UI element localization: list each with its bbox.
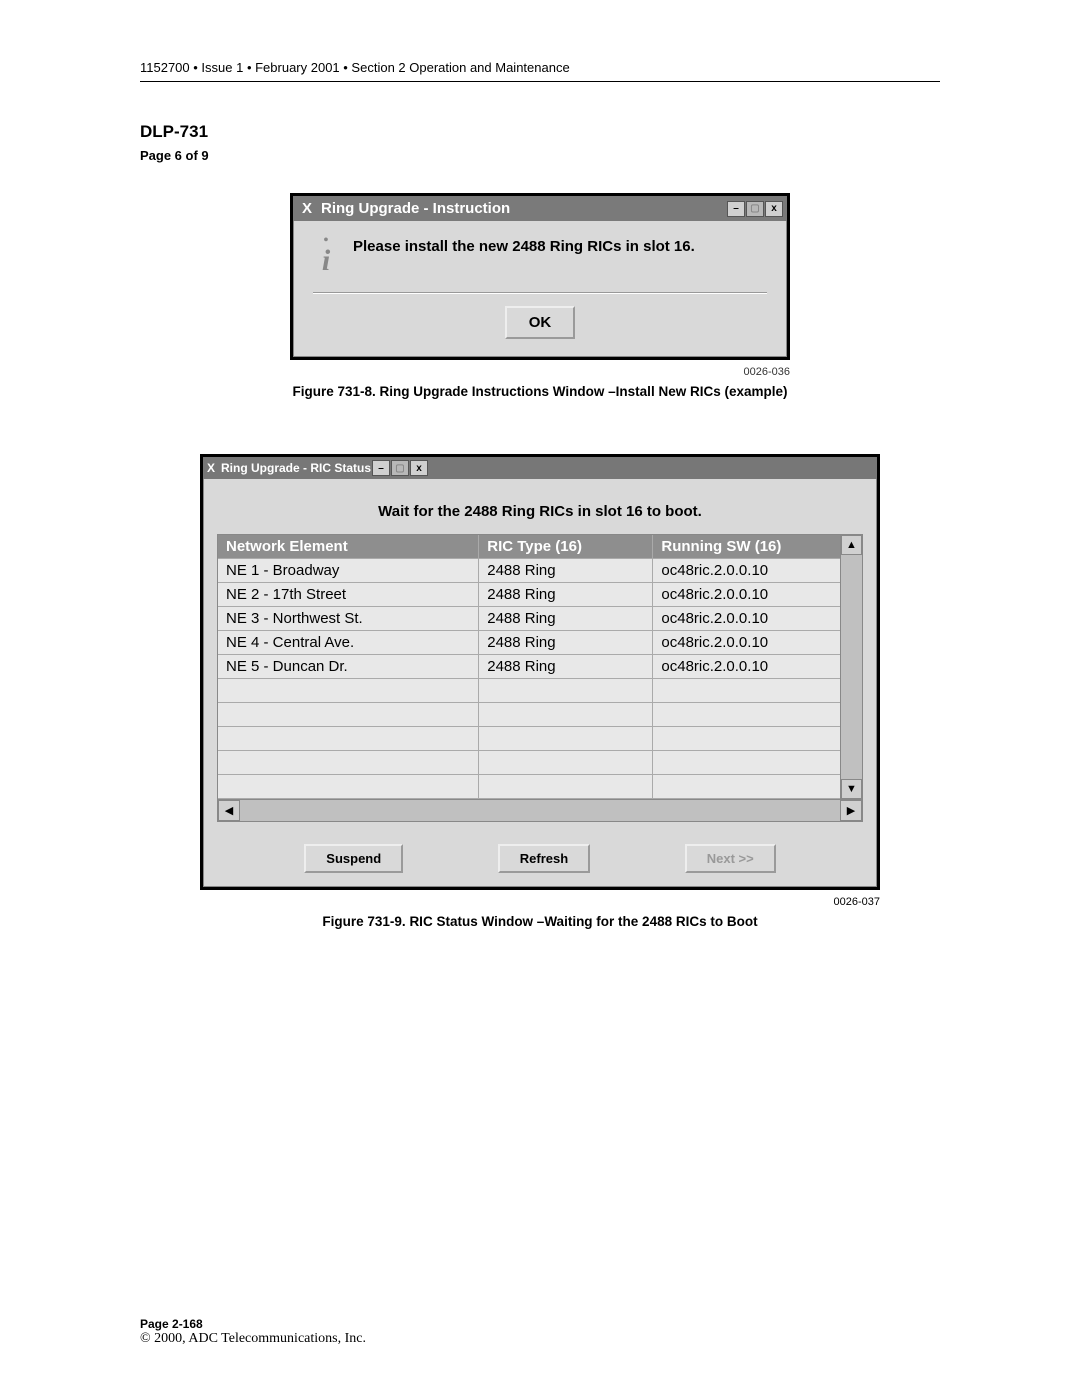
maximize-button: ▢ (746, 201, 764, 217)
cell-ric-type (479, 703, 653, 727)
cell-running-sw: oc48ric.2.0.0.10 (653, 631, 840, 655)
ok-button[interactable]: OK (505, 306, 576, 339)
page-number: Page 2-168 (140, 1317, 366, 1331)
page-indicator: Page 6 of 9 (140, 148, 940, 163)
cell-ric-type (479, 727, 653, 751)
cell-network-element (218, 703, 479, 727)
cell-ric-type: 2488 Ring (479, 655, 653, 679)
wait-message: Wait for the 2488 Ring RICs in slot 16 t… (217, 503, 863, 520)
cell-running-sw (653, 679, 840, 703)
cell-running-sw: oc48ric.2.0.0.10 (653, 583, 840, 607)
maximize-button: ▢ (391, 460, 409, 476)
ric-status-table: Network Element RIC Type (16) Running SW… (217, 534, 841, 800)
cell-ric-type (479, 775, 653, 799)
separator (313, 292, 767, 294)
table-row[interactable]: NE 2 - 17th Street2488 Ringoc48ric.2.0.0… (218, 583, 840, 607)
titlebar: X Ring Upgrade - RIC Status – ▢ x (203, 457, 877, 479)
cell-network-element (218, 775, 479, 799)
cell-running-sw (653, 751, 840, 775)
cell-running-sw (653, 727, 840, 751)
window-title: Ring Upgrade - RIC Status (215, 461, 371, 475)
vertical-scrollbar[interactable]: ▲ ▼ (841, 534, 863, 800)
instruction-message: Please install the new 2488 Ring RICs in… (353, 237, 695, 257)
scroll-down-icon[interactable]: ▼ (841, 779, 862, 799)
cell-ric-type (479, 751, 653, 775)
instruction-window: X Ring Upgrade - Instruction – ▢ x i Ple… (290, 193, 790, 360)
cell-network-element: NE 2 - 17th Street (218, 583, 479, 607)
titlebar: X Ring Upgrade - Instruction – ▢ x (293, 196, 787, 221)
ric-status-window: X Ring Upgrade - RIC Status – ▢ x Wait f… (200, 454, 880, 890)
table-row[interactable] (218, 727, 840, 751)
table-row[interactable]: NE 3 - Northwest St.2488 Ringoc48ric.2.0… (218, 607, 840, 631)
scroll-up-icon[interactable]: ▲ (841, 535, 862, 555)
cell-running-sw (653, 775, 840, 799)
cell-ric-type: 2488 Ring (479, 631, 653, 655)
cell-network-element: NE 5 - Duncan Dr. (218, 655, 479, 679)
cell-running-sw: oc48ric.2.0.0.10 (653, 655, 840, 679)
cell-ric-type: 2488 Ring (479, 559, 653, 583)
dlp-title: DLP-731 (140, 122, 940, 142)
cell-network-element (218, 751, 479, 775)
scroll-track[interactable] (841, 555, 862, 779)
table-row[interactable] (218, 703, 840, 727)
page-footer: Page 2-168 © 2000, ADC Telecommunication… (140, 1317, 366, 1347)
close-button[interactable]: x (410, 460, 428, 476)
cell-running-sw: oc48ric.2.0.0.10 (653, 607, 840, 631)
cell-ric-type: 2488 Ring (479, 607, 653, 631)
table-row[interactable]: NE 4 - Central Ave.2488 Ringoc48ric.2.0.… (218, 631, 840, 655)
horizontal-scrollbar[interactable]: ◀ ▶ (217, 800, 863, 822)
scroll-left-icon[interactable]: ◀ (218, 800, 240, 821)
figure-caption: Figure 731-8. Ring Upgrade Instructions … (140, 384, 940, 399)
col-network-element[interactable]: Network Element (218, 535, 479, 559)
cell-network-element (218, 679, 479, 703)
refresh-button[interactable]: Refresh (498, 844, 590, 873)
system-menu-icon[interactable]: X (297, 200, 317, 217)
system-menu-icon[interactable]: X (207, 461, 215, 475)
table-row[interactable]: NE 5 - Duncan Dr.2488 Ringoc48ric.2.0.0.… (218, 655, 840, 679)
table-row[interactable] (218, 775, 840, 799)
figure-code: 0026-037 (200, 896, 880, 908)
window-title: Ring Upgrade - Instruction (317, 200, 726, 217)
cell-running-sw: oc48ric.2.0.0.10 (653, 559, 840, 583)
info-icon: i (313, 237, 339, 274)
cell-network-element (218, 727, 479, 751)
cell-network-element: NE 1 - Broadway (218, 559, 479, 583)
scroll-track[interactable] (240, 800, 840, 821)
table-row[interactable] (218, 679, 840, 703)
minimize-button[interactable]: – (727, 201, 745, 217)
cell-ric-type: 2488 Ring (479, 583, 653, 607)
table-row[interactable]: NE 1 - Broadway2488 Ringoc48ric.2.0.0.10 (218, 559, 840, 583)
col-running-sw[interactable]: Running SW (16) (653, 535, 840, 559)
col-ric-type[interactable]: RIC Type (16) (479, 535, 653, 559)
cell-network-element: NE 4 - Central Ave. (218, 631, 479, 655)
cell-ric-type (479, 679, 653, 703)
table-header: Network Element RIC Type (16) Running SW… (218, 535, 840, 559)
minimize-button[interactable]: – (372, 460, 390, 476)
scroll-right-icon[interactable]: ▶ (840, 800, 862, 821)
figure-caption: Figure 731-9. RIC Status Window –Waiting… (140, 914, 940, 929)
cell-running-sw (653, 703, 840, 727)
close-button[interactable]: x (765, 201, 783, 217)
copyright: © 2000, ADC Telecommunications, Inc. (140, 1331, 366, 1347)
cell-network-element: NE 3 - Northwest St. (218, 607, 479, 631)
document-header: 1152700 • Issue 1 • February 2001 • Sect… (140, 60, 940, 82)
figure-code: 0026-036 (290, 366, 790, 378)
next-button: Next >> (685, 844, 776, 873)
suspend-button[interactable]: Suspend (304, 844, 403, 873)
table-row[interactable] (218, 751, 840, 775)
